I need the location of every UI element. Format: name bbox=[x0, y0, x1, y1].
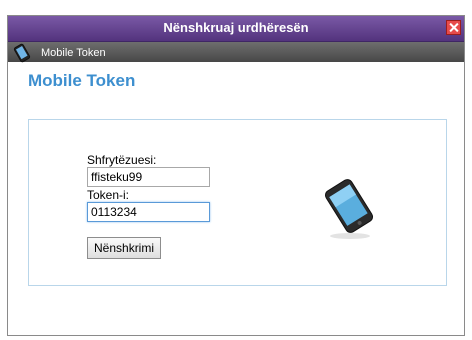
section-bar: Mobile Token bbox=[8, 42, 464, 63]
mobile-phone-icon bbox=[13, 43, 31, 63]
window-title: Nënshkruaj urdhëresën bbox=[163, 20, 309, 35]
token-field[interactable] bbox=[87, 202, 210, 222]
close-icon[interactable] bbox=[446, 20, 461, 35]
username-field[interactable] bbox=[87, 167, 210, 187]
username-label: Shfrytëzuesi: bbox=[87, 153, 157, 167]
title-bar: Nënshkruaj urdhëresën bbox=[8, 16, 464, 42]
token-label: Token-i: bbox=[87, 188, 130, 202]
mobile-phone-icon bbox=[324, 179, 374, 239]
dialog-window: Nënshkruaj urdhëresën Mobile Token Mobil… bbox=[7, 15, 465, 336]
section-label: Mobile Token bbox=[41, 47, 106, 59]
page-title: Mobile Token bbox=[28, 71, 136, 90]
sign-button[interactable]: Nënshkrimi bbox=[87, 237, 162, 259]
login-panel: Shfrytëzuesi: Token-i: Nënshkrimi bbox=[28, 119, 447, 286]
